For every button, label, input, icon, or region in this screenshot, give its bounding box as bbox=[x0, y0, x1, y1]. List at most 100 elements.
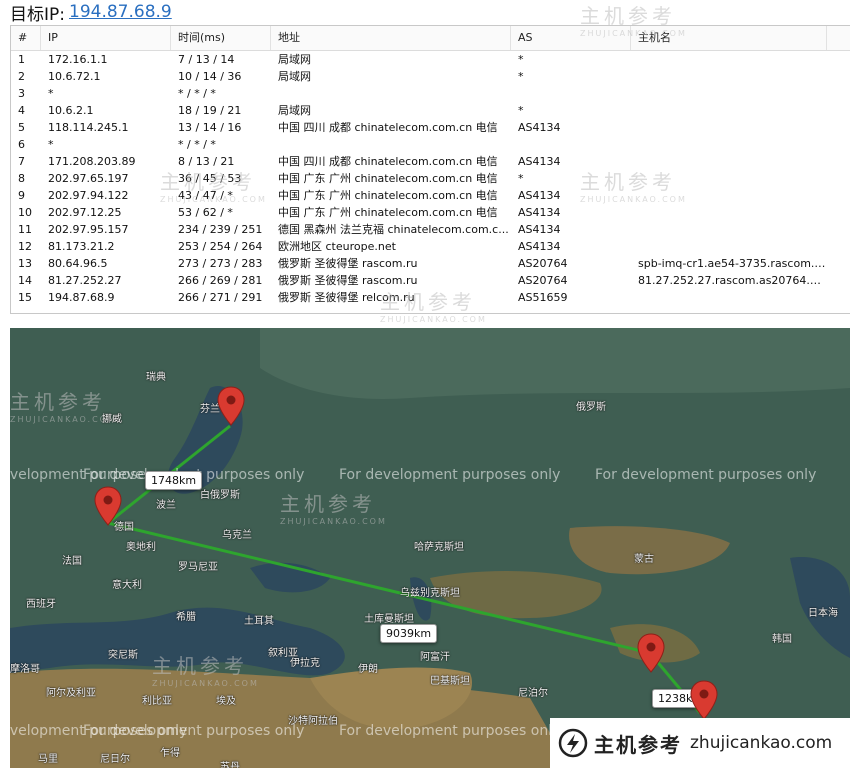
table-cell: 局域网 bbox=[278, 53, 311, 66]
table-cell: * / * / * bbox=[178, 138, 216, 151]
table-cell: 18 / 19 / 21 bbox=[178, 104, 242, 117]
table-cell bbox=[631, 51, 827, 68]
column-header-filler bbox=[827, 26, 850, 50]
table-row[interactable]: 6 * * / * / * bbox=[11, 136, 850, 153]
table-row[interactable]: 10 202.97.12.25 53 / 62 / * 中国 广东 广州 chinat… bbox=[11, 204, 850, 221]
table-cell: * / * / * bbox=[178, 87, 216, 100]
watermark-text: 主机参考 bbox=[10, 390, 106, 414]
table-row[interactable]: 5 118.114.245.1 13 / 14 / 16 中国 四川 成都 china… bbox=[11, 119, 850, 136]
column-header-index[interactable]: # bbox=[11, 26, 41, 50]
table-cell: 3 bbox=[18, 87, 25, 100]
table-row[interactable]: 11 202.97.95.157 234 / 239 / 251 德国 黑森州 法兰克… bbox=[11, 221, 850, 238]
table-cell bbox=[631, 85, 827, 102]
table-cell: 7 bbox=[18, 155, 25, 168]
place-label: 巴基斯坦 bbox=[430, 676, 470, 687]
table-cell: 253 / 254 / 264 bbox=[178, 240, 263, 253]
place-label: 奥地利 bbox=[126, 542, 156, 553]
table-cell: 10.6.2.1 bbox=[48, 104, 94, 117]
table-cell: 欧洲地区 cteurope.net bbox=[278, 240, 396, 253]
watermark-subtext: ZHUJICANKAO.COM bbox=[160, 195, 267, 204]
place-label: 伊朗 bbox=[358, 664, 378, 675]
table-header: # IP 时间(ms) 地址 AS 主机名 bbox=[11, 26, 850, 51]
place-label: 韩国 bbox=[772, 634, 792, 645]
column-header-time[interactable]: 时间(ms) bbox=[171, 26, 271, 50]
place-label: 乍得 bbox=[160, 748, 180, 759]
dev-notice: For development purposes only bbox=[339, 467, 561, 483]
table-cell bbox=[631, 289, 827, 306]
table-cell: * bbox=[48, 138, 54, 151]
map-marker-chengdu[interactable] bbox=[637, 633, 665, 673]
dev-notice: For development purposes only bbox=[83, 723, 305, 739]
table-cell: 80.64.96.5 bbox=[48, 257, 108, 270]
watermark-subtext: ZHUJICANKAO.COM bbox=[580, 29, 687, 38]
place-label: 法国 bbox=[62, 556, 82, 567]
table-cell: 12 bbox=[18, 240, 32, 253]
map-marker-saint-petersburg[interactable] bbox=[217, 386, 245, 426]
table-cell: 171.208.203.89 bbox=[48, 155, 136, 168]
table-cell: 81.27.252.27.rascom.as20764.net bbox=[638, 274, 827, 287]
table-row[interactable]: 4 10.6.2.1 18 / 19 / 21 局域网 * bbox=[11, 102, 850, 119]
route-map[interactable]: 瑞典 芬兰 俄罗斯 挪威 白俄罗斯 波兰 乌克兰 德国 奥地利 法国 罗马尼亚 … bbox=[10, 328, 850, 768]
target-ip-header: 目标IP: 194.87.68.9 bbox=[10, 0, 172, 25]
place-label: 尼泊尔 bbox=[518, 688, 548, 699]
table-cell: 9 bbox=[18, 189, 25, 202]
place-label: 土库曼斯坦 bbox=[364, 614, 414, 625]
table-cell: 中国 广东 广州 chinatelecom.com.cn 电信 bbox=[278, 206, 498, 219]
table-cell: 266 / 271 / 291 bbox=[178, 291, 263, 304]
place-label: 乌兹别克斯坦 bbox=[400, 588, 460, 599]
table-cell: AS51659 bbox=[518, 291, 568, 304]
place-label: 哈萨克斯坦 bbox=[414, 542, 464, 553]
table-cell: 5 bbox=[18, 121, 25, 134]
watermark-subtext: ZHUJICANKAO.COM bbox=[10, 415, 117, 424]
table-cell: 13 / 14 / 16 bbox=[178, 121, 242, 134]
dev-notice: For development purposes only bbox=[339, 723, 561, 739]
place-label: 波兰 bbox=[156, 500, 176, 511]
table-cell: AS4134 bbox=[518, 121, 561, 134]
watermark-subtext: ZHUJICANKAO.COM bbox=[280, 517, 387, 526]
map-marker-guangzhou[interactable] bbox=[690, 680, 718, 720]
table-cell: 13 bbox=[18, 257, 32, 270]
target-ip-label: 目标IP: bbox=[10, 4, 65, 25]
table-row[interactable]: 12 81.173.21.2 253 / 254 / 264 欧洲地区 cteurop… bbox=[11, 238, 850, 255]
table-cell: 10 bbox=[18, 206, 32, 219]
watermark-text: 主机参考 bbox=[152, 654, 248, 678]
target-ip-link[interactable]: 194.87.68.9 bbox=[69, 2, 172, 22]
table-cell bbox=[631, 136, 827, 153]
place-label: 意大利 bbox=[112, 580, 142, 591]
place-label: 日本海 bbox=[808, 608, 838, 619]
place-label: 阿富汗 bbox=[420, 652, 450, 663]
place-label: 罗马尼亚 bbox=[178, 562, 218, 573]
table-cell: 172.16.1.1 bbox=[48, 53, 108, 66]
place-label: 白俄罗斯 bbox=[200, 490, 240, 501]
column-header-ip[interactable]: IP bbox=[41, 26, 171, 50]
table-cell bbox=[511, 85, 631, 102]
watermark-subtext: ZHUJICANKAO.COM bbox=[580, 195, 687, 204]
table-row[interactable]: 1 172.16.1.1 7 / 13 / 14 局域网 * bbox=[11, 51, 850, 68]
table-cell: 中国 广东 广州 chinatelecom.com.cn 电信 bbox=[278, 172, 498, 185]
table-cell: 15 bbox=[18, 291, 32, 304]
table-cell: 中国 四川 成都 chinatelecom.com.cn 电信 bbox=[278, 121, 498, 134]
table-row[interactable]: 7 171.208.203.89 8 / 13 / 21 中国 四川 成都 china… bbox=[11, 153, 850, 170]
table-cell: spb-imq-cr1.ae54-3735.rascom.as2... bbox=[638, 257, 827, 270]
table-cell bbox=[631, 119, 827, 136]
place-label: 尼日尔 bbox=[100, 754, 130, 765]
distance-label: 1748km bbox=[145, 471, 203, 490]
table-cell bbox=[631, 221, 827, 238]
table-cell: 53 / 62 / * bbox=[178, 206, 233, 219]
table-cell: 14 bbox=[18, 274, 32, 287]
table-cell: AS20764 bbox=[518, 257, 568, 270]
distance-label: 9039km bbox=[380, 624, 438, 643]
table-cell bbox=[631, 102, 827, 119]
table-cell bbox=[271, 136, 511, 153]
watermark-text: 主机参考 bbox=[280, 492, 376, 516]
column-header-address[interactable]: 地址 bbox=[271, 26, 511, 50]
table-row[interactable]: 9 202.97.94.122 43 / 47 / * 中国 广东 广州 chinat… bbox=[11, 187, 850, 204]
table-row[interactable]: 13 80.64.96.5 273 / 273 / 283 俄罗斯 圣彼得堡 rasc… bbox=[11, 255, 850, 272]
table-cell: * bbox=[518, 104, 524, 117]
map-marker-frankfurt[interactable] bbox=[94, 486, 122, 526]
table-cell: 202.97.12.25 bbox=[48, 206, 122, 219]
table-row[interactable]: 2 10.6.72.1 10 / 14 / 36 局域网 * bbox=[11, 68, 850, 85]
table-row[interactable]: 8 202.97.65.197 36 / 45 / 53 中国 广东 广州 china… bbox=[11, 170, 850, 187]
table-row[interactable]: 3 * * / * / * bbox=[11, 85, 850, 102]
table-cell bbox=[631, 68, 827, 85]
